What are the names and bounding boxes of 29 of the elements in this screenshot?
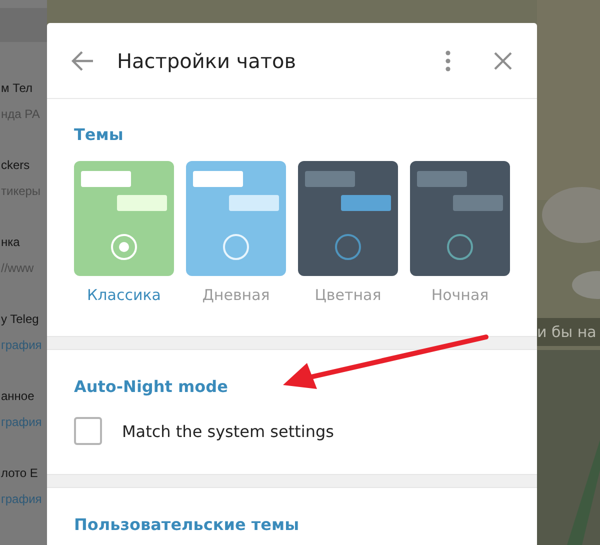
theme-label[interactable]: Дневная — [202, 286, 270, 304]
chat-title: лото Е — [1, 466, 38, 480]
chat-preview: графия — [1, 338, 42, 352]
back-arrow-icon[interactable] — [71, 50, 95, 72]
radio-button[interactable] — [335, 234, 361, 260]
close-icon[interactable] — [493, 50, 513, 70]
section-heading: Пользовательские темы — [74, 515, 300, 534]
section-heading: Темы — [74, 125, 124, 144]
theme-label[interactable]: Цветная — [314, 286, 382, 304]
radio-button[interactable] — [447, 234, 473, 260]
theme-tile[interactable] — [186, 161, 286, 276]
theme-tile[interactable] — [410, 161, 510, 276]
theme-tile[interactable] — [298, 161, 398, 276]
chat-preview: графия — [1, 492, 42, 506]
caption-text: и бы на — [537, 318, 600, 346]
theme-label[interactable]: Ночная — [431, 286, 489, 304]
section-heading: Auto-Night mode — [74, 377, 228, 396]
dialog-title: Настройки чатов — [117, 48, 298, 72]
checkbox[interactable] — [74, 417, 102, 445]
chat-title: y Teleg — [1, 312, 39, 326]
chat-preview: графия — [1, 414, 42, 428]
more-options-icon[interactable] — [445, 50, 451, 72]
option-label: Match the system settings — [122, 422, 334, 440]
theme-tile[interactable] — [74, 161, 174, 276]
chat-title: м Тел — [1, 80, 33, 94]
chat-title: нка — [1, 234, 20, 248]
chat-title: ckers — [1, 158, 30, 172]
theme-label[interactable]: Классика — [87, 286, 161, 304]
chat-title: анное — [1, 388, 34, 402]
